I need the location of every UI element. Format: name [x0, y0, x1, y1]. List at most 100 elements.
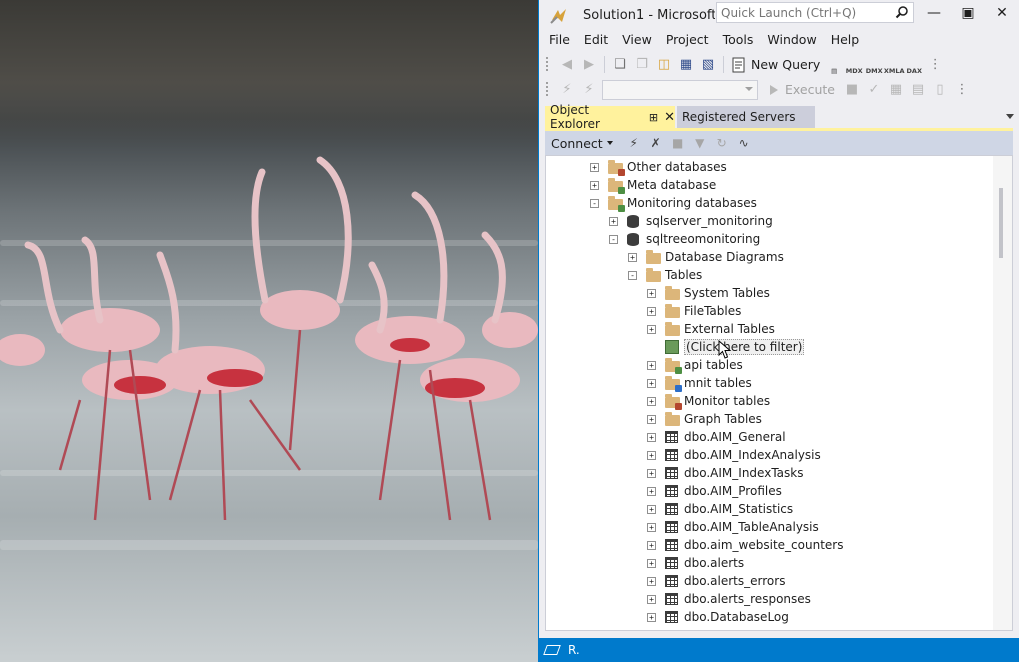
expand-icon[interactable]: +	[647, 468, 656, 478]
tree-node[interactable]: + dbo.AIM_General	[647, 428, 786, 446]
disconnect-plug-icon[interactable]: ✗	[645, 133, 667, 153]
save-icon[interactable]: ▦	[675, 54, 697, 76]
expand-icon[interactable]: +	[647, 612, 656, 622]
expand-icon[interactable]: +	[647, 522, 656, 532]
chevron-down-icon[interactable]	[1006, 114, 1014, 119]
collapse-icon[interactable]: -	[590, 198, 599, 208]
vertical-scrollbar[interactable]	[993, 156, 1012, 630]
scrollbar-thumb[interactable]	[999, 188, 1003, 258]
menu-window[interactable]: Window	[760, 30, 823, 50]
disconnect-plug-icon[interactable]: ⚡	[578, 79, 600, 101]
tree-node[interactable]: + dbo.AIM_IndexAnalysis	[647, 446, 821, 464]
menu-project[interactable]: Project	[659, 30, 716, 50]
tree-node[interactable]: - Monitoring databases	[590, 194, 757, 212]
expand-icon[interactable]: +	[609, 216, 618, 226]
save-all-icon[interactable]: ▧	[697, 54, 719, 76]
tree-node[interactable]: + dbo.alerts_errors	[647, 572, 785, 590]
new-query-button[interactable]: New Query	[728, 54, 824, 76]
tree-node[interactable]: + External Tables	[647, 320, 775, 338]
query-options-icon[interactable]: ▤	[907, 79, 929, 101]
tree-node[interactable]: + dbo.DatabaseLog	[647, 608, 789, 626]
tree-node[interactable]: + Monitor tables	[647, 392, 770, 410]
minimize-button[interactable]: —	[924, 4, 944, 22]
expand-icon[interactable]: +	[647, 414, 656, 424]
expand-icon[interactable]: +	[647, 504, 656, 514]
pin-icon[interactable]: ⊞	[649, 111, 658, 124]
toolbar-grip[interactable]	[545, 56, 549, 73]
object-explorer-tree[interactable]: + Other databases + Meta database - Monitorin…	[545, 155, 1013, 631]
tab-registered-servers[interactable]: Registered Servers	[677, 106, 815, 128]
expand-icon[interactable]: +	[647, 396, 656, 406]
close-window-button[interactable]: ✕	[992, 4, 1012, 22]
tree-node[interactable]: + mnit tables	[647, 374, 752, 392]
tree-node[interactable]: - Tables	[628, 266, 702, 284]
refresh-icon[interactable]: ↻	[711, 133, 733, 153]
database-engine-query-icon[interactable]: ▤	[824, 55, 844, 75]
tree-node[interactable]: + dbo.AIM_TableAnalysis	[647, 518, 819, 536]
expand-icon[interactable]: +	[647, 450, 656, 460]
tree-node[interactable]: + dbo.alerts	[647, 554, 744, 572]
expand-icon[interactable]: +	[647, 324, 656, 334]
expand-icon[interactable]: +	[590, 180, 599, 190]
stop-icon[interactable]: ■	[667, 133, 689, 153]
expand-icon[interactable]: +	[647, 378, 656, 388]
expand-icon[interactable]: +	[628, 252, 637, 262]
collapse-icon[interactable]: -	[628, 270, 637, 280]
expand-icon[interactable]: +	[647, 558, 656, 568]
quick-launch-input[interactable]	[717, 3, 887, 22]
tree-node[interactable]: + Database Diagrams	[628, 248, 784, 266]
tree-node[interactable]: + Other databases	[590, 158, 727, 176]
menu-view[interactable]: View	[615, 30, 659, 50]
tree-node[interactable]: + dbo.alerts_responses	[647, 590, 811, 608]
dmx-query-icon[interactable]: DMX	[864, 55, 884, 75]
connect-button[interactable]: Connect	[551, 136, 613, 151]
expand-icon[interactable]: +	[647, 540, 656, 550]
expand-icon[interactable]: +	[647, 288, 656, 298]
expand-icon[interactable]: +	[647, 594, 656, 604]
tree-node[interactable]: + dbo.AIM_Profiles	[647, 482, 782, 500]
menu-file[interactable]: File	[542, 30, 577, 50]
filter-icon[interactable]: ▼	[689, 133, 711, 153]
forward-icon[interactable]: ▶	[578, 54, 600, 76]
connect-plug-icon[interactable]: ⚡	[556, 79, 578, 101]
tree-node[interactable]: + dbo.aim_website_counters	[647, 536, 843, 554]
menu-help[interactable]: Help	[824, 30, 867, 50]
expand-icon[interactable]: +	[647, 576, 656, 586]
stop-icon[interactable]: ■	[841, 79, 863, 101]
tree-node[interactable]: + FileTables	[647, 302, 741, 320]
expand-icon[interactable]: +	[590, 162, 599, 172]
new-project-icon[interactable]: ❑	[609, 54, 631, 76]
search-icon[interactable]	[895, 5, 909, 19]
open-file-icon[interactable]: ◫	[653, 54, 675, 76]
activity-monitor-icon[interactable]: ∿	[733, 133, 755, 153]
add-item-icon[interactable]: ❐	[631, 54, 653, 76]
maximize-button[interactable]: ▣	[958, 4, 978, 22]
toolbar-grip[interactable]	[545, 81, 549, 98]
close-icon[interactable]: ✕	[664, 110, 675, 125]
tree-node[interactable]: + dbo.AIM_Statistics	[647, 500, 793, 518]
toolbar-overflow-icon[interactable]: ⋮	[924, 54, 946, 76]
toolbar-overflow-icon[interactable]: ⋮	[951, 79, 973, 101]
tree-node[interactable]: + System Tables	[647, 284, 770, 302]
menu-tools[interactable]: Tools	[716, 30, 761, 50]
results-icon[interactable]: ▯	[929, 79, 951, 101]
expand-icon[interactable]: +	[647, 360, 656, 370]
quick-launch-box[interactable]	[716, 2, 914, 23]
tab-object-explorer[interactable]: Object Explorer ⊞ ✕	[545, 103, 675, 131]
back-icon[interactable]: ◀	[556, 54, 578, 76]
tree-node[interactable]: + Graph Tables	[647, 410, 762, 428]
tree-node[interactable]: + Meta database	[590, 176, 716, 194]
collapse-icon[interactable]: -	[609, 234, 618, 244]
tree-node[interactable]: - sqltreeomonitoring	[609, 230, 760, 248]
menu-edit[interactable]: Edit	[577, 30, 615, 50]
available-databases-dropdown[interactable]	[602, 79, 758, 100]
parse-icon[interactable]: ✓	[863, 79, 885, 101]
expand-icon[interactable]: +	[647, 486, 656, 496]
estimated-plan-icon[interactable]: ▦	[885, 79, 907, 101]
execute-button[interactable]: Execute	[770, 82, 835, 97]
expand-icon[interactable]: +	[647, 432, 656, 442]
connect-plug-icon[interactable]: ⚡	[623, 133, 645, 153]
tree-node[interactable]: + sqlserver_monitoring	[609, 212, 773, 230]
tree-node[interactable]: + dbo.AIM_IndexTasks	[647, 464, 803, 482]
expand-icon[interactable]: +	[647, 306, 656, 316]
